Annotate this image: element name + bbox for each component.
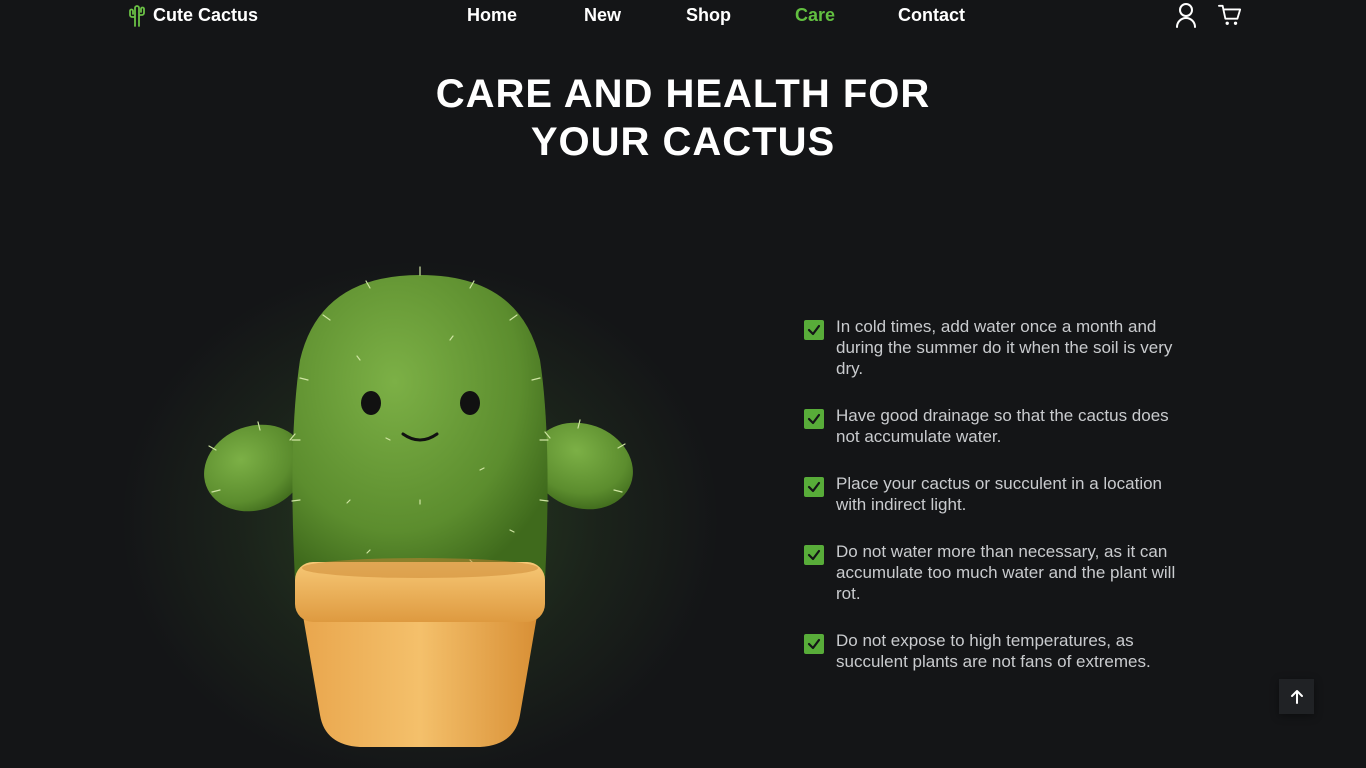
main-nav: Home New Shop Care Contact bbox=[0, 4, 1366, 26]
care-tip-text: Have good drainage so that the cactus do… bbox=[836, 406, 1169, 446]
cart-button[interactable] bbox=[1218, 2, 1242, 28]
nav-link-care[interactable]: Care bbox=[795, 4, 835, 26]
care-tip: Place your cactus or succulent in a loca… bbox=[804, 473, 1204, 515]
checkbox-icon bbox=[804, 320, 824, 340]
care-title: Care and health for your cactus bbox=[435, 72, 931, 164]
user-button[interactable] bbox=[1174, 2, 1198, 28]
care-tip-text: Do not water more than necessary, as it … bbox=[836, 542, 1176, 603]
care-tips-list: In cold times, add water once a month an… bbox=[804, 316, 1204, 672]
care-tip-text: Place your cactus or succulent in a loca… bbox=[836, 474, 1163, 514]
checkbox-icon bbox=[804, 545, 824, 565]
cactus-illustration bbox=[120, 240, 720, 768]
header-actions bbox=[1174, 2, 1242, 28]
nav-link-shop[interactable]: Shop bbox=[686, 4, 731, 26]
care-tip-text: In cold times, add water once a month an… bbox=[836, 317, 1173, 378]
care-tip-text: Do not expose to high temperatures, as s… bbox=[836, 631, 1151, 671]
cart-icon bbox=[1218, 4, 1242, 25]
scroll-to-top-button[interactable] bbox=[1279, 679, 1314, 714]
checkbox-icon bbox=[804, 477, 824, 497]
arrow-up-icon bbox=[1290, 689, 1303, 704]
user-icon bbox=[1176, 3, 1196, 28]
site-header: Cute Cactus Home New Shop Care Contact bbox=[0, 0, 1366, 30]
nav-link-contact[interactable]: Contact bbox=[898, 4, 965, 26]
care-tip: In cold times, add water once a month an… bbox=[804, 316, 1204, 379]
care-tip: Do not expose to high temperatures, as s… bbox=[804, 630, 1204, 672]
checkbox-icon bbox=[804, 634, 824, 654]
care-tip: Do not water more than necessary, as it … bbox=[804, 541, 1204, 604]
nav-link-new[interactable]: New bbox=[584, 4, 621, 26]
care-tip: Have good drainage so that the cactus do… bbox=[804, 405, 1204, 447]
nav-link-home[interactable]: Home bbox=[467, 4, 517, 26]
checkbox-icon bbox=[804, 409, 824, 429]
